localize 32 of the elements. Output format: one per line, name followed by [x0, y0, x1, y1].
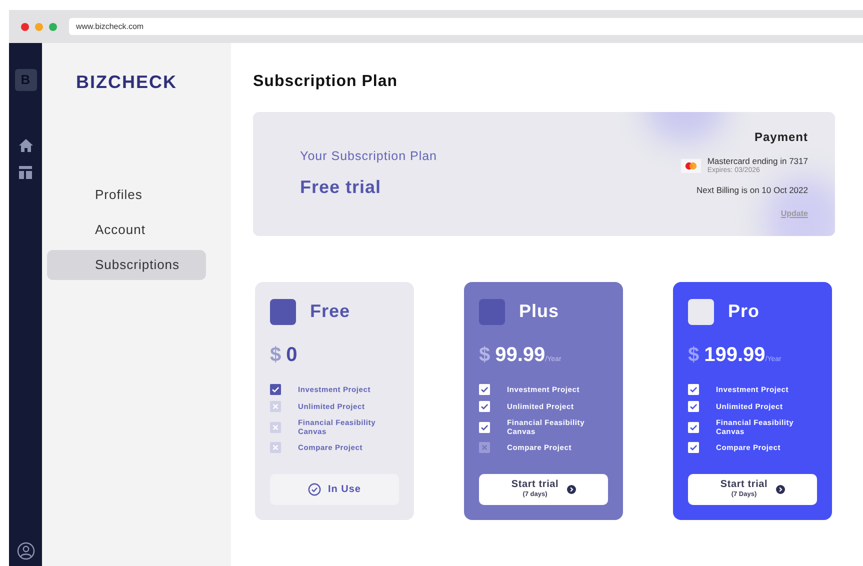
plan-price: 0 — [286, 343, 298, 368]
payment-heading: Payment — [754, 129, 808, 146]
brand-logo: BIZCHECK — [76, 71, 177, 94]
card-description: Mastercard ending in 7317 — [707, 156, 808, 166]
plan-name: Pro — [728, 300, 760, 323]
plan-price: 199.99 — [704, 343, 766, 368]
currency-symbol: $ — [270, 343, 282, 368]
sidebar-item[interactable]: Profiles — [47, 180, 206, 210]
card-brand-icon — [681, 158, 702, 172]
plan-color-square — [270, 298, 296, 324]
plan-name: Plus — [519, 300, 560, 323]
currency-symbol: $ — [688, 343, 700, 368]
check-circle-icon — [308, 483, 321, 496]
home-icon[interactable] — [18, 139, 32, 152]
plan-color-square — [479, 298, 505, 324]
user-avatar-icon[interactable] — [16, 542, 34, 560]
close-window-icon[interactable] — [21, 22, 29, 30]
plan-name: Free — [310, 300, 350, 323]
currency-symbol: $ — [479, 343, 490, 368]
plan-price: 99.99 — [495, 343, 546, 368]
next-billing-text: Next Billing is on 10 Oct 2022 — [696, 184, 808, 197]
address-bar[interactable]: www.bizcheck.com — [69, 18, 863, 35]
plan-color-square — [688, 298, 714, 324]
arrow-circle-icon — [566, 485, 576, 494]
sidebar-item[interactable]: Subscriptions — [47, 250, 206, 280]
in-use-button[interactable]: In Use — [270, 474, 399, 505]
page-title: Subscription Plan — [253, 72, 399, 92]
sidebar-item[interactable]: Account — [47, 215, 206, 245]
current-plan-name: Free trial — [300, 176, 382, 199]
layout-icon[interactable] — [19, 166, 32, 179]
arrow-circle-icon — [776, 485, 785, 494]
plan-caption: Your Subscription Plan — [300, 148, 438, 166]
